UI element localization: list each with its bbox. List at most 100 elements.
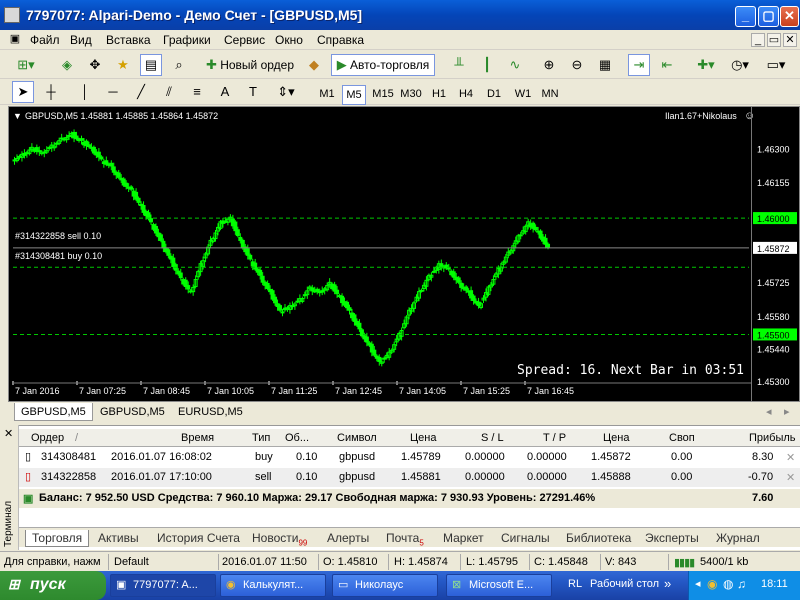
tray-volume-icon[interactable]: ♫: [737, 577, 746, 591]
templates-button[interactable]: ▭▾: [762, 54, 790, 76]
mdi-minimize-button[interactable]: _: [751, 33, 765, 47]
order-buy-label[interactable]: #314308481 buy 0.10: [15, 251, 102, 261]
new-order-button[interactable]: ✚ Новый ордер: [204, 54, 296, 76]
autotrading-button[interactable]: ▶ Авто-торговля: [331, 54, 435, 76]
symbol-tab-2[interactable]: GBPUSD,M5: [94, 403, 171, 421]
channel-tool[interactable]: ⫽: [158, 81, 180, 103]
tab-signals[interactable]: Сигналы: [501, 530, 550, 547]
desktop-expand-icon[interactable]: »: [664, 576, 671, 591]
tab-mail[interactable]: Почта5: [386, 530, 424, 547]
col-current-price[interactable]: Цена: [603, 432, 629, 444]
line-chart-button[interactable]: ∿: [504, 54, 526, 76]
tf-m15[interactable]: M15: [370, 85, 396, 105]
tile-windows-button[interactable]: ▦: [594, 54, 616, 76]
tab-scroll-left[interactable]: ◂: [766, 405, 772, 418]
tf-h1[interactable]: H1: [428, 85, 450, 105]
tray-expand-icon[interactable]: ◂: [695, 577, 701, 590]
tf-d1[interactable]: D1: [483, 85, 505, 105]
metaeditor-button[interactable]: ◆: [303, 54, 325, 76]
crosshair-nav-button[interactable]: ✥: [84, 54, 106, 76]
tab-trade[interactable]: Торговля: [25, 530, 90, 547]
tray-app-icon-1[interactable]: ◉: [707, 577, 717, 591]
zoom-in-button[interactable]: ⊕: [538, 54, 560, 76]
new-chart-button[interactable]: ⊞▾: [10, 54, 42, 76]
col-tp[interactable]: T / P: [543, 432, 566, 444]
mdi-restore-button[interactable]: ▭: [767, 33, 781, 47]
cursor-tool[interactable]: ➤: [12, 81, 34, 103]
menu-service[interactable]: Сервис: [224, 33, 265, 47]
tab-alerts[interactable]: Алерты: [327, 530, 369, 547]
tf-w1[interactable]: W1: [512, 85, 534, 105]
candle-chart-button[interactable]: ┃: [476, 54, 498, 76]
menu-help[interactable]: Справка: [317, 33, 364, 47]
col-sl[interactable]: S / L: [481, 432, 504, 444]
tf-m1[interactable]: M1: [316, 85, 338, 105]
tray-app-icon-2[interactable]: ◍: [723, 577, 733, 591]
fibonacci-tool[interactable]: ≡: [186, 81, 208, 103]
col-volume[interactable]: Об...: [285, 432, 309, 444]
bar-chart-button[interactable]: ╨: [448, 54, 470, 76]
taskbar-excel[interactable]: ⊠ Microsoft E...: [446, 574, 552, 597]
tf-mn[interactable]: MN: [538, 85, 562, 105]
chart-window[interactable]: 1.46300 1.46155 1.45872 1.45725 1.45580 1.454…: [8, 106, 800, 402]
minimize-button[interactable]: _: [735, 6, 756, 27]
close-order-icon[interactable]: ✕: [786, 471, 795, 484]
chart-shift-button[interactable]: ⇤: [656, 54, 678, 76]
terminal-close-button[interactable]: ✕: [4, 427, 13, 440]
profiles-button[interactable]: ◈: [56, 54, 78, 76]
col-symbol[interactable]: Символ: [337, 432, 377, 444]
chart-menu-arrow[interactable]: ▼: [13, 111, 22, 121]
menu-file[interactable]: Файл: [30, 33, 60, 47]
taskbar-mt4[interactable]: ▣ 7797077: A...: [110, 574, 216, 597]
close-button[interactable]: ✕: [780, 6, 799, 27]
vertical-line-tool[interactable]: │: [74, 81, 96, 103]
col-time[interactable]: Время: [181, 432, 214, 444]
arrows-tool[interactable]: ⇕▾: [272, 81, 300, 103]
navigator-button[interactable]: ▤: [140, 54, 162, 76]
label-tool[interactable]: T: [242, 81, 264, 103]
col-order[interactable]: Ордер: [31, 432, 64, 444]
tab-market[interactable]: Маркет: [443, 530, 484, 547]
horizontal-line-tool[interactable]: ─: [102, 81, 124, 103]
tf-h4[interactable]: H4: [455, 85, 477, 105]
table-row[interactable]: ▯ 314308481 2016.01.07 16:08:02 buy 0.10…: [19, 448, 800, 467]
order-sell-label[interactable]: #314322858 sell 0.10: [15, 231, 101, 241]
col-swap[interactable]: Своп: [669, 432, 695, 444]
close-order-icon[interactable]: ✕: [786, 451, 795, 464]
tab-journal[interactable]: Журнал: [716, 530, 760, 547]
tab-library[interactable]: Библиотека: [566, 530, 631, 547]
col-price[interactable]: Цена: [410, 432, 436, 444]
menu-view[interactable]: Вид: [70, 33, 92, 47]
table-row[interactable]: ▯ 314322858 2016.01.07 17:10:00 sell 0.1…: [19, 468, 800, 487]
maximize-button[interactable]: ▢: [758, 6, 779, 27]
tab-experts[interactable]: Эксперты: [645, 530, 699, 547]
tf-m5[interactable]: M5: [342, 85, 366, 105]
taskbar-calculator[interactable]: ◉ Калькулят...: [220, 574, 326, 597]
taskbar-nikolaus[interactable]: ▭ Николаус: [332, 574, 438, 597]
tab-scroll-right[interactable]: ▸: [784, 405, 790, 418]
indicators-button[interactable]: ✚▾: [692, 54, 720, 76]
tester-button[interactable]: ⌕: [168, 54, 190, 76]
trendline-tool[interactable]: ╱: [130, 81, 152, 103]
symbol-tab-3[interactable]: EURUSD,M5: [172, 403, 249, 421]
symbol-tab-1[interactable]: GBPUSD,M5: [14, 403, 93, 421]
autoscroll-button[interactable]: ⇥: [628, 54, 650, 76]
desktop-toolbar[interactable]: Рабочий стол: [590, 578, 659, 590]
language-indicator[interactable]: RL: [568, 578, 582, 590]
zoom-out-button[interactable]: ⊖: [566, 54, 588, 76]
price-chart[interactable]: 1.463001.461551.458721.457251.455801.454…: [9, 107, 799, 401]
mdi-close-button[interactable]: ✕: [783, 33, 797, 47]
col-type[interactable]: Тип: [252, 432, 270, 444]
periods-button[interactable]: ◷▾: [726, 54, 754, 76]
crosshair-tool[interactable]: ┼: [40, 81, 62, 103]
start-button[interactable]: ⊞ пуск: [0, 571, 106, 600]
tf-m30[interactable]: M30: [398, 85, 424, 105]
tab-history[interactable]: История Счета: [157, 530, 240, 547]
col-profit[interactable]: Прибыль: [749, 432, 796, 444]
menu-charts[interactable]: Графики: [163, 33, 211, 47]
favorites-button[interactable]: ★: [112, 54, 134, 76]
menu-insert[interactable]: Вставка: [106, 33, 151, 47]
tab-assets[interactable]: Активы: [98, 530, 139, 547]
tab-news[interactable]: Новости99: [252, 530, 307, 547]
menu-window[interactable]: Окно: [275, 33, 303, 47]
